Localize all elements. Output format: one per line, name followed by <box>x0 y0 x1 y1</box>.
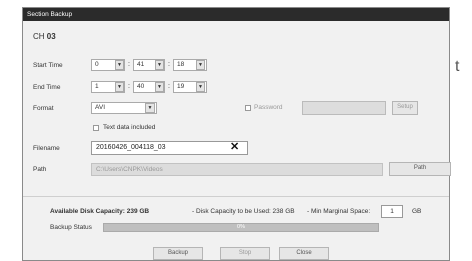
backup-progress-text: 0% <box>237 224 245 230</box>
disk-to-be-used: - Disk Capacity to be Used: 238 GB <box>192 208 295 215</box>
end-hour-dropdown-icon[interactable]: ▼ <box>115 82 124 92</box>
setup-button[interactable]: Setup <box>392 101 418 115</box>
colon-separator: : <box>168 83 170 90</box>
available-disk-text: Available Disk Capacity: 239 GB <box>50 208 150 215</box>
password-checkbox[interactable] <box>245 105 251 111</box>
path-button[interactable]: Path <box>389 162 451 176</box>
backup-status-label: Backup Status <box>50 224 92 231</box>
section-backup-dialog: Section Backup CH 03 Start Time 0 ▼ : 41… <box>22 7 451 261</box>
start-hour-dropdown-icon[interactable]: ▼ <box>115 60 124 70</box>
format-dropdown-icon[interactable]: ▼ <box>145 103 155 113</box>
divider <box>23 196 449 197</box>
filename-input[interactable]: 20160426_004118_03 <box>91 141 248 155</box>
stop-button[interactable]: Stop <box>220 247 270 260</box>
dialog-title: Section Backup <box>23 8 449 21</box>
end-time-label: End Time <box>33 84 61 91</box>
min-marginal-space-input[interactable]: 1 <box>381 205 403 218</box>
path-label: Path <box>33 166 47 173</box>
path-input: C:\Users\CNPK\Videos <box>91 163 383 176</box>
channel-value: 03 <box>46 32 56 41</box>
colon-separator: : <box>128 61 130 68</box>
close-button[interactable]: Close <box>279 247 329 260</box>
password-input[interactable] <box>302 101 386 115</box>
backup-button[interactable]: Backup <box>153 247 203 260</box>
start-time-label: Start Time <box>33 62 63 69</box>
channel-label: CH 03 <box>33 32 56 41</box>
min-marginal-space-label: - Min Marginal Space: <box>307 208 371 215</box>
text-data-checkbox[interactable] <box>93 125 99 131</box>
start-minute-dropdown-icon[interactable]: ▼ <box>155 60 164 70</box>
channel-label-text: CH <box>33 32 45 41</box>
end-minute-dropdown-icon[interactable]: ▼ <box>155 82 164 92</box>
backup-progress-bar: 0% <box>103 223 379 232</box>
available-disk-capacity: Available Disk Capacity: 239 GB <box>50 208 149 215</box>
end-second-dropdown-icon[interactable]: ▼ <box>196 82 205 92</box>
text-data-label: Text data included <box>103 124 156 131</box>
format-label: Format <box>33 105 54 112</box>
start-second-dropdown-icon[interactable]: ▼ <box>196 60 205 70</box>
colon-separator: : <box>128 83 130 90</box>
colon-separator: : <box>168 61 170 68</box>
clear-filename-icon[interactable]: ✕ <box>230 141 239 154</box>
min-marginal-space-unit: GB <box>412 208 422 215</box>
filename-label: Filename <box>33 145 60 152</box>
background-text: t <box>455 58 460 75</box>
password-label: Password <box>254 104 283 111</box>
